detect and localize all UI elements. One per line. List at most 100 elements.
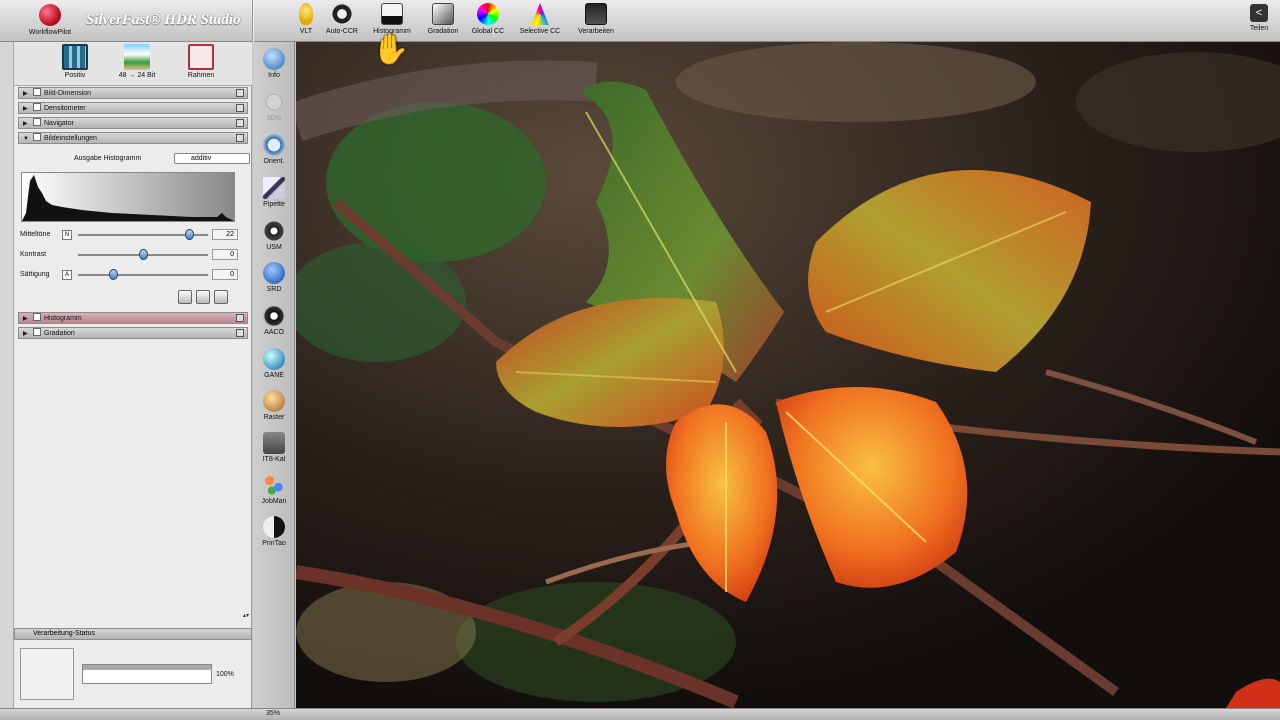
tool-label: Pipette [263,201,285,208]
section-icon [33,103,41,111]
aaco-icon [263,305,285,327]
section-bild-dimension[interactable]: ▶ Bild-Dimension [18,87,248,99]
section-label: Gradation [44,330,75,337]
section-densitometer[interactable]: ▶ Densitometer [18,102,248,114]
section-icon [33,133,41,141]
gane-icon [263,348,285,370]
mitteltoene-label: Mitteltöne [20,231,51,238]
film-strip-icon [62,44,88,70]
section-label: Bildeinstellungen [44,135,97,142]
section-options-icon[interactable] [236,134,244,142]
section-icon [33,88,41,96]
ausgabe-select[interactable]: additiv [174,153,250,164]
tool-label: SRD [266,286,282,293]
it8-icon [263,432,285,454]
saettigung-auto-toggle[interactable]: A [62,270,72,280]
section-options-icon[interactable] [236,89,244,97]
srd-icon [263,262,285,284]
tool-info[interactable]: Info [253,48,295,88]
toolbar-divider [252,0,254,42]
mitteltoene-auto-toggle[interactable]: N [62,230,72,240]
bit-depth-label: 48 → 24 Bit [118,72,156,79]
kontrast-value[interactable]: 0 [212,249,238,260]
section-icon [33,328,41,336]
section-options-icon[interactable] [236,329,244,337]
image-preview[interactable] [296,42,1280,708]
bottom-status-bar: 35% [0,708,1280,720]
printao-icon [263,516,285,538]
section-gradation[interactable]: ▶ Gradation [18,327,248,339]
tool-label: AACO [264,329,284,336]
section-options-icon[interactable] [236,119,244,127]
silverfast-window: WorkflowPilot SilverFast® HDR Studio VLT… [0,0,1280,720]
saettigung-value[interactable]: 0 [212,269,238,280]
tool-gane[interactable]: GANE [253,348,295,388]
reset-settings-button[interactable] [214,290,228,304]
panel-scroll-arrows[interactable]: ▴▾ [243,612,249,624]
selective-cc-label: Selective CC [519,28,561,35]
positiv-mode-button[interactable]: Positiv [50,44,100,84]
kontrast-slider-row: Kontrast 0 [20,249,250,263]
auto-adjust-icon [331,3,353,25]
saettigung-track[interactable] [78,274,208,276]
verarbeiten-label: Verarbeiten [578,28,614,35]
progress-percent: 100% [216,671,234,678]
tool-srd[interactable]: SRD [253,262,295,302]
section-label: Densitometer [44,105,86,112]
tool-orient[interactable]: Orient. [253,134,295,174]
mitteltoene-value[interactable]: 22 [212,229,238,240]
section-navigator[interactable]: ▶ Navigator [18,117,248,129]
share-label: Teilen [1249,25,1269,32]
tool-raster[interactable]: Raster [253,390,295,430]
frame-icon [188,44,214,70]
auto-ccr-button[interactable]: Auto-CCR [314,3,370,39]
tool-jobman[interactable]: JobMan [253,474,295,514]
vertical-toolbar: Info 50% Orient. Pipette USM SRD AACO GA… [253,42,295,708]
section-histogramm[interactable]: ▶ Histogramm [18,312,248,324]
tool-zoom[interactable]: 50% [253,91,295,131]
progress-bar [82,664,212,684]
mitteltoene-knob[interactable] [184,229,194,240]
tool-usm[interactable]: USM [253,220,295,260]
status-title: Verarbeitung-Status [33,630,95,637]
verarbeiten-button[interactable]: Verarbeiten [568,3,624,39]
status-preview [20,648,74,700]
save-settings-button[interactable] [178,290,192,304]
tool-aaco[interactable]: AACO [253,305,295,345]
tool-printao[interactable]: PrinTao [253,516,295,556]
saettigung-knob[interactable] [109,269,119,280]
tool-label: Info [268,72,280,79]
zoom-icon [263,91,285,113]
kontrast-knob[interactable] [139,249,148,260]
jobman-icon [263,474,285,496]
section-bildeinstellungen[interactable]: ▼ Bildeinstellungen [18,132,248,144]
histogram-graph [22,175,234,221]
histogram-display [21,172,235,222]
zoom-settings-button[interactable] [196,290,210,304]
bit-depth-button[interactable]: 48 → 24 Bit [112,44,162,84]
tool-label: 50% [266,115,281,122]
collapse-arrow-icon: ▶ [23,91,28,97]
mode-bar: Positiv 48 → 24 Bit Rahmen [14,42,252,86]
workflow-pilot-button[interactable]: WorkflowPilot [20,2,80,40]
section-options-icon[interactable] [236,314,244,322]
rahmen-button[interactable]: Rahmen [176,44,226,84]
settings-action-buttons [174,290,244,304]
tool-it8[interactable]: IT8-Kal [253,432,295,472]
ausgabe-select-value: additiv [191,155,212,162]
tool-label: IT8-Kal [262,456,286,463]
share-button[interactable]: < Teilen [1246,4,1272,38]
selective-cc-button[interactable]: Selective CC [512,3,568,39]
section-icon [33,118,41,126]
tool-pipette[interactable]: Pipette [253,177,295,217]
selective-cc-icon [531,3,549,25]
pipette-icon [263,177,285,199]
ausgabe-label: Ausgabe Histogramm [74,155,142,162]
info-icon [263,48,285,70]
status-section-header: Verarbeitung-Status [14,628,252,640]
section-icon [33,313,41,321]
workflow-pilot-label: WorkflowPilot [28,29,72,36]
process-icon [585,3,607,25]
section-options-icon[interactable] [236,104,244,112]
global-cc-button[interactable]: Global CC [460,3,516,39]
